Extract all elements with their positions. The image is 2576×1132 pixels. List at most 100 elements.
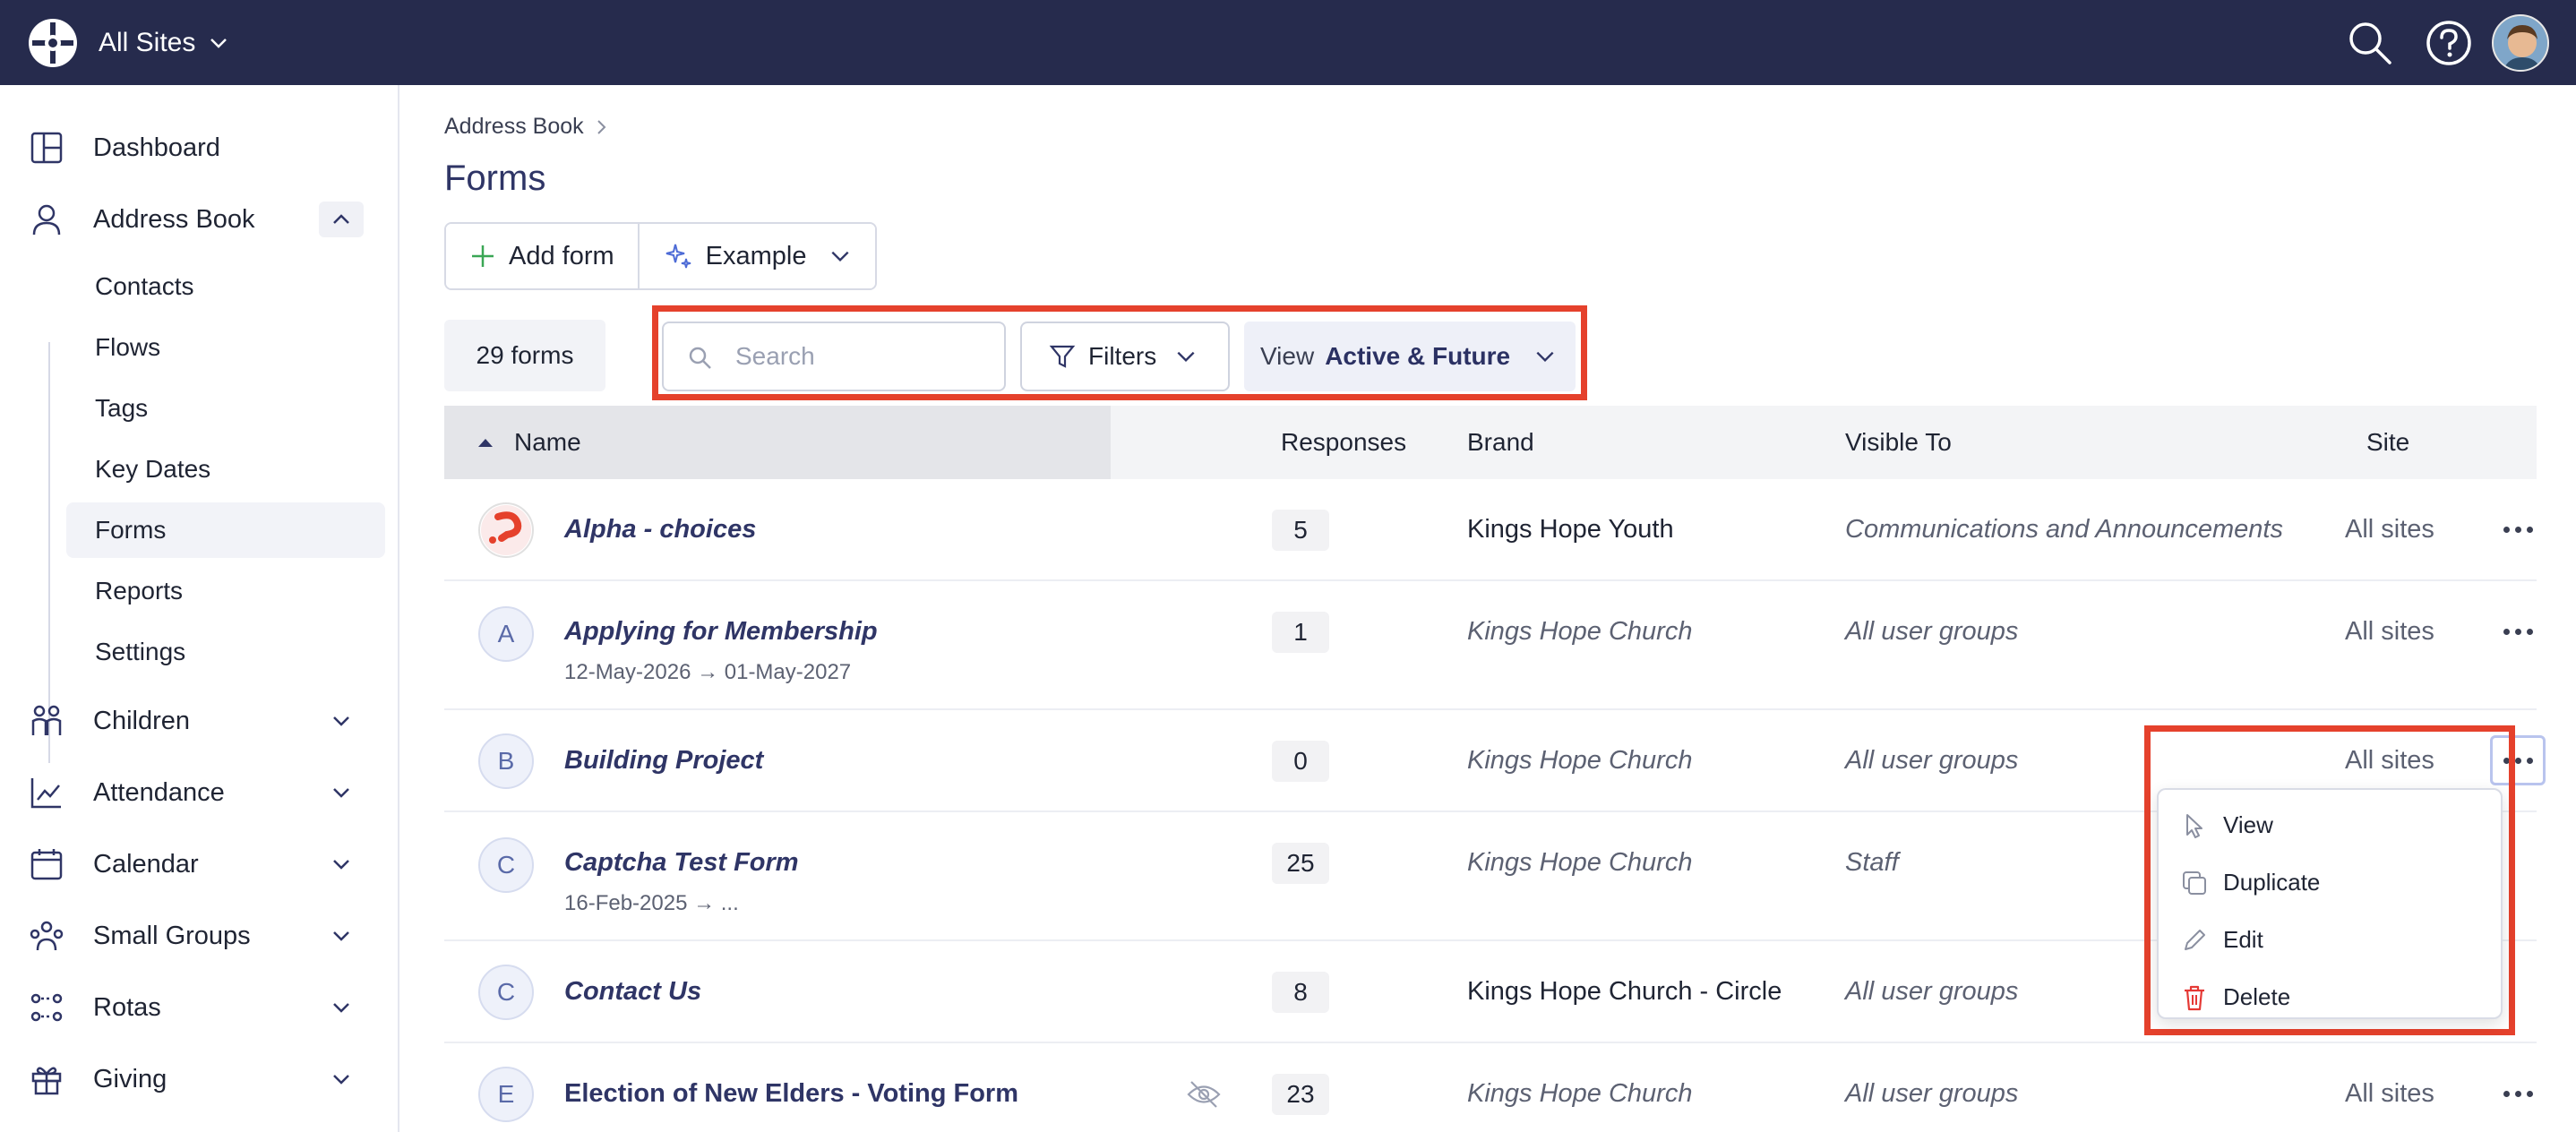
help-icon[interactable] [2424,18,2474,68]
search-placeholder: Search [735,342,815,370]
action-button-group: Add form Example [444,222,877,290]
column-header-name[interactable]: Name [444,406,1111,479]
add-form-button[interactable]: Add form [446,224,638,288]
chevron-down-icon [830,251,849,262]
sidebar-item-rotas[interactable]: Rotas [0,981,399,1034]
column-header-brand[interactable]: Brand [1467,406,1534,479]
form-initial-avatar: C [478,965,534,1020]
add-form-label: Add form [509,241,614,270]
menu-item-duplicate[interactable]: Duplicate [2159,854,2501,910]
form-logo-icon [478,502,534,558]
trash-icon [2185,985,2204,1011]
person-icon [32,204,61,236]
sidebar-item-label: Address Book [93,204,255,234]
example-label: Example [705,241,807,270]
chevron-right-icon [597,119,606,134]
sidebar-subitem-contacts[interactable]: Contacts [66,259,385,314]
menu-item-delete[interactable]: Delete [2159,969,2501,1025]
page-title: Forms [444,159,546,198]
response-count: 8 [1272,972,1329,1013]
more-actions-button[interactable] [2490,735,2546,785]
form-name-link[interactable]: Contact Us [564,977,701,1007]
form-initial-avatar: C [478,837,534,893]
form-initial-avatar: B [478,733,534,789]
sidebar-subitem-tags[interactable]: Tags [66,381,385,436]
site-switcher[interactable]: All Sites [99,0,229,85]
view-select[interactable]: View Active & Future [1244,322,1576,391]
filters-button[interactable]: Filters [1020,322,1230,391]
sidebar: Dashboard Address Book Contacts Flows Ta… [0,85,399,1132]
form-name-link[interactable]: Building Project [564,746,763,776]
visible-to-cell: Communications and Announcements [1845,515,2283,544]
brand-cell: Kings Hope Youth [1467,515,1674,544]
chevron-down-icon[interactable] [319,775,364,810]
sidebar-item-calendar[interactable]: Calendar [0,837,399,891]
column-header-site[interactable]: Site [2366,406,2409,479]
breadcrumb-address-book[interactable]: Address Book [444,114,584,140]
breadcrumb: Address Book [444,114,609,140]
menu-item-edit[interactable]: Edit [2159,912,2501,967]
column-header-visible-to[interactable]: Visible To [1845,406,1952,479]
sidebar-item-label: Dashboard [93,133,220,162]
form-name-link[interactable]: Alpha - choices [564,515,756,545]
chevron-down-icon[interactable] [319,990,364,1025]
sidebar-subitem-settings[interactable]: Settings [66,624,385,680]
response-count: 0 [1272,741,1329,782]
form-initial-avatar: A [478,606,534,662]
filters-label: Filters [1088,342,1157,370]
form-name-link[interactable]: Election of New Elders - Voting Form [564,1079,1018,1109]
plus-icon [472,245,494,267]
more-actions-button[interactable] [2490,606,2546,656]
sidebar-item-address-book[interactable]: Address Book [0,193,399,246]
sidebar-item-attendance[interactable]: Attendance [0,766,399,819]
cursor-icon [2186,814,2202,838]
hidden-eye-icon [1187,1081,1221,1108]
sidebar-subitem-forms[interactable]: Forms [66,502,385,558]
sidebar-item-giving[interactable]: Giving [0,1052,399,1106]
sidebar-subitem-flows[interactable]: Flows [66,320,385,375]
sidebar-item-dashboard[interactable]: Dashboard [0,121,399,175]
sidebar-subitem-key-dates[interactable]: Key Dates [66,442,385,497]
sidebar-item-label: Children [93,706,190,735]
chevron-down-icon[interactable] [319,846,364,882]
chevron-down-icon[interactable] [319,1061,364,1097]
chevron-down-icon [1536,351,1554,363]
menu-item-view[interactable]: View [2159,797,2501,853]
form-name-link[interactable]: Applying for Membership [564,617,878,647]
form-name-link[interactable]: Captcha Test Form [564,848,799,878]
sidebar-subitem-reports[interactable]: Reports [66,563,385,619]
column-header-label: Name [514,428,581,456]
view-prefix: View [1260,342,1315,370]
dashboard-icon [30,132,63,164]
site-cell: All sites [2345,746,2434,775]
more-actions-button[interactable] [2490,1068,2546,1119]
brand-cell: Kings Hope Church [1467,848,1693,877]
gift-icon [31,1067,62,1095]
sidebar-item-label: Calendar [93,849,199,879]
response-count: 25 [1272,843,1329,884]
brand-cell: Kings Hope Church - Circle [1467,977,1782,1006]
sidebar-item-label: Small Groups [93,921,251,950]
chevron-down-icon[interactable] [319,703,364,739]
search-icon[interactable] [2345,18,2395,68]
sidebar-item-small-groups[interactable]: Small Groups [0,909,399,963]
chevron-up-icon[interactable] [319,202,364,237]
sidebar-item-children[interactable]: Children [0,694,399,748]
chevron-down-icon[interactable] [319,918,364,954]
table-header: Name Responses Brand Visible To Site [444,406,2537,479]
site-switcher-label: All Sites [99,27,196,57]
menu-item-label: Edit [2223,925,2263,953]
search-input[interactable]: Search [662,322,1006,391]
table-row[interactable]: Alpha - choices 5 Kings Hope Youth Commu… [444,479,2537,581]
attendance-icon [30,778,61,809]
table-row[interactable]: A Applying for Membership 12-May-2026 → … [444,581,2537,710]
column-header-responses[interactable]: Responses [1281,406,1406,479]
more-actions-button[interactable] [2490,504,2546,554]
example-button[interactable]: Example [637,224,875,288]
brand-cell: Kings Hope Church [1467,1079,1693,1108]
user-avatar[interactable] [2492,14,2549,72]
logo-icon[interactable] [27,17,79,69]
table-row[interactable]: E Election of New Elders - Voting Form 2… [444,1043,2537,1132]
top-bar: All Sites [0,0,2576,85]
site-cell: All sites [2345,1079,2434,1108]
